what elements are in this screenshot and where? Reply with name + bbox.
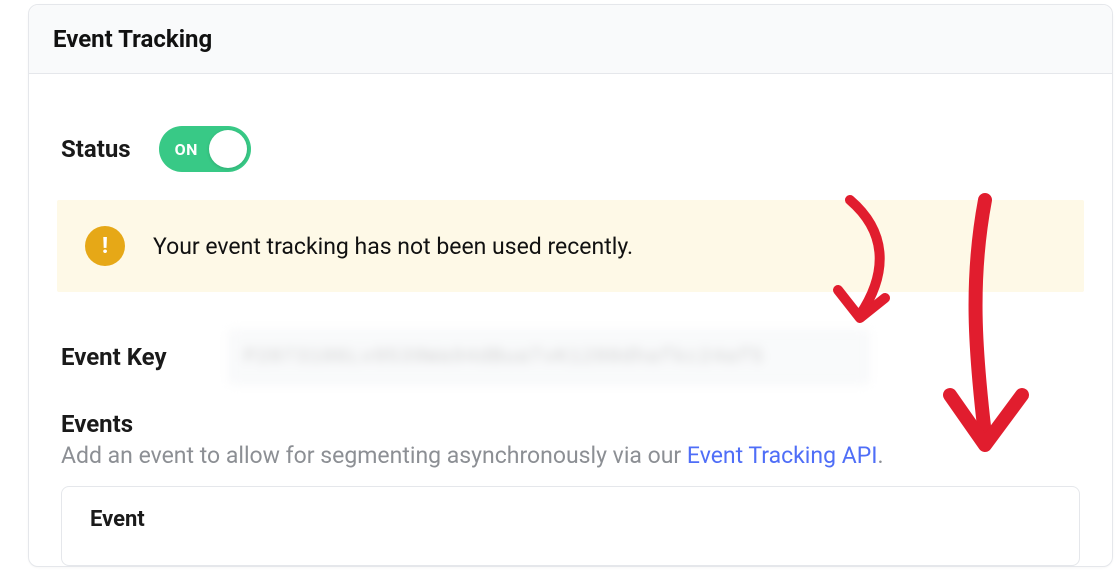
toggle-on-text: ON xyxy=(175,140,198,159)
events-description: Add an event to allow for segmenting asy… xyxy=(61,440,1080,472)
status-toggle[interactable]: ON xyxy=(159,126,251,172)
events-table-header: Event xyxy=(90,507,1051,532)
events-description-prefix: Add an event to allow for segmenting asy… xyxy=(61,442,687,469)
panel-body: Status ON ! Your event tracking has not … xyxy=(29,74,1112,566)
warning-icon: ! xyxy=(85,226,125,266)
status-label: Status xyxy=(61,135,131,163)
events-title: Events xyxy=(61,410,1080,438)
toggle-knob xyxy=(209,130,247,168)
panel-title: Event Tracking xyxy=(53,25,1088,53)
events-block: Events Add an event to allow for segment… xyxy=(57,406,1084,566)
notice-text: Your event tracking has not been used re… xyxy=(153,233,633,260)
usage-notice: ! Your event tracking has not been used … xyxy=(57,200,1084,292)
status-row: Status ON xyxy=(57,98,1084,200)
events-description-suffix: . xyxy=(878,442,884,469)
event-key-label: Event Key xyxy=(61,343,201,371)
event-key-row: Event Key P2073106Lv9539Wa94dBuaTvK1280d… xyxy=(57,316,1084,406)
panel-header: Event Tracking xyxy=(29,5,1112,74)
event-key-value[interactable]: P2073106Lv9539Wa94dBuaTvK1280dhafkc24af5 xyxy=(229,330,869,384)
events-table: Event xyxy=(61,486,1080,566)
event-tracking-api-link[interactable]: Event Tracking API xyxy=(687,442,878,469)
event-tracking-panel: Event Tracking Status ON ! Your event tr… xyxy=(28,4,1113,567)
